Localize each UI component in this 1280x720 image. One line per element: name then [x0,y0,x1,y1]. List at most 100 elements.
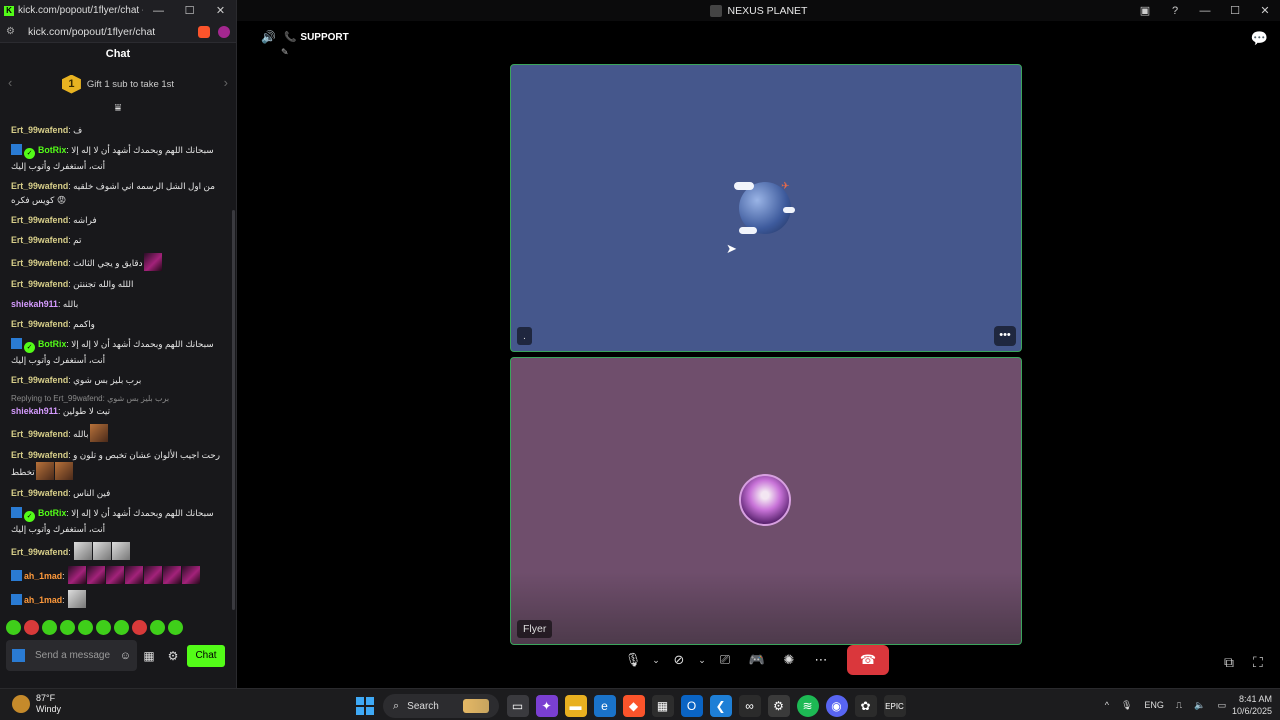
settings-gear-icon[interactable]: ⚙ [767,695,790,717]
emote-icon[interactable] [150,620,165,635]
chat-message[interactable]: ✓ BotRix: سبحانك اللهم وبحمدك أشهد أن لا … [11,337,223,367]
emote-image[interactable] [163,566,182,584]
chat-username[interactable]: Ert_99wafend [11,429,68,439]
chat-scrollbar[interactable] [232,210,235,610]
chat-username[interactable]: shiekah911 [11,406,58,416]
chat-message[interactable]: shiekah911: بالله [11,297,223,311]
chatgpt-icon[interactable]: ✿ [854,695,877,717]
help-icon[interactable]: ? [1160,5,1190,17]
emote-image[interactable] [35,462,54,480]
chat-username[interactable]: BotRix [38,145,66,155]
close-icon[interactable]: ✕ [1250,4,1280,17]
file-explorer-icon[interactable]: ▬ [564,695,587,717]
chat-username[interactable]: ah_1mad [24,595,62,605]
emote-icon[interactable] [132,620,147,635]
chat-username[interactable]: Ert_99wafend [11,450,68,460]
chat-message[interactable]: Ert_99wafend: برب بليز بس شوي [11,373,223,387]
activities-gamepad-icon[interactable]: 🎮 [741,645,773,675]
inbox-icon[interactable]: ▣ [1130,4,1160,17]
chevron-down-icon[interactable]: ⌄ [649,645,663,675]
more-options-icon[interactable]: ⋯ [805,645,837,675]
chat-username[interactable]: BotRix [38,339,66,349]
url-text[interactable]: kick.com/popout/1flyer/chat [20,26,192,38]
start-button[interactable] [354,695,376,717]
network-icon[interactable]: ⎍ [1176,700,1182,711]
emote-image[interactable] [54,462,73,480]
settings-gear-icon[interactable]: ⚙ [161,649,185,663]
chat-username[interactable]: Ert_99wafend [11,547,68,557]
site-settings-icon[interactable]: ⚙ [6,26,20,37]
emote-image[interactable] [93,542,112,560]
maximize-icon[interactable]: ☐ [1220,4,1250,17]
task-view-icon[interactable]: ▭ [506,695,529,717]
chat-message[interactable]: Ert_99wafend: تم [11,233,223,247]
emote-icon[interactable] [168,620,183,635]
chat-username[interactable]: Ert_99wafend [11,125,68,135]
visual-studio-icon[interactable]: ∞ [738,695,761,717]
chat-message-list[interactable]: Ert_99wafend: ف ✓ BotRix: سبحانك اللهم وبح… [0,123,231,613]
emote-icon[interactable] [78,620,93,635]
chat-username[interactable]: shiekah911 [11,299,58,309]
brave-shield-icon[interactable] [198,25,210,38]
camera-off-icon[interactable]: ⊘ [663,645,695,675]
chat-filter-icon[interactable]: ⩸ [0,103,236,115]
chat-input-placeholder[interactable]: Send a message [35,650,120,661]
emoji-picker-icon[interactable]: ☺ [120,650,131,662]
chat-message[interactable]: ✓ BotRix: سبحانك اللهم وبحمدك أشهد أن لا … [11,506,223,536]
chat-username[interactable]: Ert_99wafend [11,181,68,191]
emote-image[interactable] [143,253,162,271]
emote-image[interactable] [87,566,106,584]
chat-message[interactable]: Ert_99wafend: [11,542,223,560]
outlook-icon[interactable]: O [680,695,703,717]
chevron-up-icon[interactable]: ^ [1105,700,1109,710]
emote-icon[interactable] [60,620,75,635]
pinned-gift-banner[interactable]: ‹ 1 Gift 1 sub to take 1st › [0,65,236,103]
brave-browser-icon[interactable]: ◆ [622,695,645,717]
maximize-icon[interactable]: ☐ [174,4,205,17]
chat-message[interactable]: Ert_99wafend: فين الناس [11,486,223,500]
vscode-icon[interactable]: ❮ [709,695,732,717]
emote-icon[interactable] [114,620,129,635]
chat-message[interactable]: Ert_99wafend: دقايق و يجي الثالث [11,253,223,271]
epic-games-icon[interactable]: EPIC [883,695,906,717]
disconnect-call-button[interactable]: ☎ [847,645,889,675]
chat-username[interactable]: Ert_99wafend [11,319,68,329]
send-chat-button[interactable]: Chat [187,644,225,667]
emote-icon[interactable] [42,620,57,635]
reply-context[interactable]: Replying to Ert_99wafend: برب بليز بس شو… [11,393,223,404]
emote-image[interactable] [68,566,87,584]
clock[interactable]: 8:41 AM 10/6/2025 [1232,693,1272,717]
taskbar-search[interactable]: ⌕ Search [383,694,499,718]
popout-icon[interactable]: ⧉ [1224,654,1234,671]
chat-bubble-icon[interactable]: 💬 [1251,30,1268,47]
store-icon[interactable]: ▦ [137,649,161,663]
battery-icon[interactable]: ▭ [1217,700,1226,711]
video-tile-stream[interactable]: ✈ ➤ . ••• [510,64,1022,352]
minimize-icon[interactable]: — [1190,5,1220,17]
video-tile-flyer[interactable]: Flyer [510,357,1022,645]
chat-message[interactable]: shiekah911: تيت لا طولين [11,404,223,418]
chat-message[interactable]: Ert_99wafend: اللله والله تجننتن [11,277,223,291]
weather-widget[interactable]: 87°F Windy [12,693,61,715]
chat-message[interactable]: Ert_99wafend: من اول الشل الرسمه اني اشو… [11,179,223,207]
emote-image[interactable] [74,542,93,560]
microphone-icon[interactable]: 🎙 [1121,700,1132,711]
brave-rewards-icon[interactable] [218,25,230,38]
fullscreen-icon[interactable]: ⛶ [1253,654,1263,671]
address-bar[interactable]: ⚙ kick.com/popout/1flyer/chat [0,21,236,43]
speaker-icon[interactable]: 🔊 [261,30,276,44]
chat-message[interactable]: ✓ BotRix: سبحانك اللهم وبحمدك أشهد أن لا … [11,143,223,173]
soundboard-icon[interactable]: ✺ [773,645,805,675]
chat-message[interactable]: Ert_99wafend: رحت اجيب الألوان عشان تخبص… [11,448,223,480]
screen-share-icon[interactable]: ⎚ [709,645,741,675]
chat-message-input[interactable]: Send a message ☺ [6,640,137,671]
chevron-down-icon[interactable]: ⌄ [695,645,709,675]
store-icon[interactable]: ▦ [651,695,674,717]
emote-image[interactable] [89,424,108,442]
microphone-icon[interactable]: 🎙 [617,645,649,675]
chat-username[interactable]: Ert_99wafend [11,488,68,498]
edit-status-icon[interactable]: ✎ [281,47,289,58]
chat-username[interactable]: Ert_99wafend [11,279,68,289]
emote-image[interactable] [68,590,87,608]
emote-image[interactable] [125,566,144,584]
